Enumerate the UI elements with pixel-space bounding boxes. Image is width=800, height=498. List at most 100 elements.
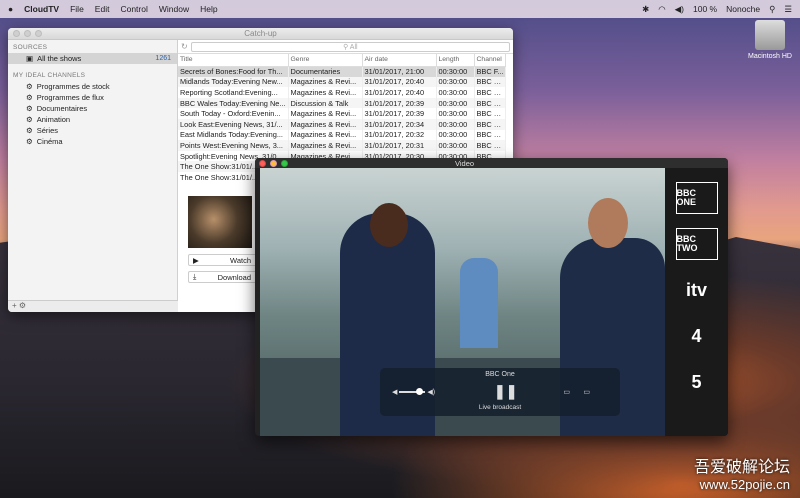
download-label: Download xyxy=(217,272,251,282)
minimize-button[interactable] xyxy=(270,159,277,167)
column-header[interactable]: Title xyxy=(178,54,289,67)
table-cell: Documentaries xyxy=(288,66,363,77)
sidebar-item-label: Animation xyxy=(36,115,71,124)
video-window: Video BBC One ◀ ◀) ❚❚ ▭ ▭ Live broadcast … xyxy=(255,158,728,436)
sidebar-item-channel[interactable]: ⚙ Programmes de stock xyxy=(8,81,177,92)
add-icon[interactable]: + xyxy=(12,301,17,310)
menu-window[interactable]: Window xyxy=(159,4,189,14)
apple-icon[interactable]: ● xyxy=(8,4,13,14)
table-cell: Magazines & Revi... xyxy=(288,140,363,151)
column-header[interactable]: Channel xyxy=(474,54,506,67)
count-badge: 1261 xyxy=(155,55,171,62)
table-row[interactable]: Look East:Evening News, 31/... Magazines … xyxy=(178,118,506,130)
channel-logo[interactable]: 4 xyxy=(676,320,718,352)
user-name[interactable]: Nonoche xyxy=(726,4,760,14)
table-cell: 31/01/2017, 20:31 xyxy=(362,140,437,151)
table-cell: 31/01/2017, 20:34 xyxy=(362,118,437,130)
subtitles-icon[interactable]: ▭ xyxy=(563,388,570,396)
channel-logo[interactable]: BBC TWO xyxy=(675,228,718,260)
tv-icon: ▣ xyxy=(26,54,34,63)
table-row[interactable]: Points West:Evening News, 3... Magazines … xyxy=(178,140,506,151)
channel-logo[interactable]: BBC ONE xyxy=(675,182,718,214)
table-cell: Look East:Evening News, 31/... xyxy=(178,118,289,130)
sidebar-item-channel[interactable]: ⚙ Programmes de flux xyxy=(8,92,177,103)
gear-icon: ⚙ xyxy=(26,82,33,91)
wifi-icon[interactable]: ◠ xyxy=(658,4,665,15)
table-row[interactable]: East Midlands Today:Evening... Magazines … xyxy=(178,129,506,141)
table-cell: BBC O... xyxy=(474,87,506,98)
pause-button[interactable]: ❚❚ xyxy=(494,383,517,400)
table-cell: Magazines & Revi... xyxy=(288,76,363,88)
table-cell: 31/01/2017, 20:32 xyxy=(362,129,437,141)
close-button[interactable] xyxy=(259,159,266,167)
sidebar-item-label: Programmes de stock xyxy=(36,82,110,91)
watermark: 吾爱破解论坛 www.52pojie.cn xyxy=(694,453,790,492)
menu-help[interactable]: Help xyxy=(200,4,217,14)
sidebar-item-channel[interactable]: ⚙ Séries xyxy=(8,125,177,136)
sidebar-item-channel[interactable]: ⚙ Animation xyxy=(8,114,177,125)
play-icon: ▶ xyxy=(193,255,199,265)
table-cell: BBC O... xyxy=(474,97,506,109)
column-header[interactable]: Air date xyxy=(362,54,437,67)
desktop-disk[interactable]: Macintosh HD xyxy=(745,20,795,60)
sidebar-item-label: Documentaires xyxy=(36,104,88,113)
volume-icon[interactable]: ◀) xyxy=(675,4,684,15)
table-row[interactable]: BBC Wales Today:Evening Ne... Discussion … xyxy=(178,97,506,109)
column-header[interactable]: Length xyxy=(436,54,475,67)
gear-icon[interactable]: ⚙ xyxy=(19,301,26,310)
volume-slider[interactable]: ◀ ◀) xyxy=(392,388,435,396)
gear-icon: ⚙ xyxy=(26,126,33,135)
table-cell: Magazines & Revi... xyxy=(288,108,363,119)
battery-text[interactable]: 100 % xyxy=(693,4,717,14)
notification-icon[interactable]: ☰ xyxy=(784,4,792,15)
spotlight-icon[interactable]: ⚲ xyxy=(769,4,775,15)
menu-app[interactable]: CloudTV xyxy=(24,4,59,14)
column-header[interactable]: Genre xyxy=(288,54,363,67)
table-cell: 00:30:00 xyxy=(436,76,475,88)
sidebar-item-label: Cinéma xyxy=(36,137,63,146)
sidebar-item-label: Programmes de flux xyxy=(36,93,104,102)
channel-logo[interactable]: 5 xyxy=(676,366,718,398)
watch-button[interactable]: ▶ Watch xyxy=(188,254,258,266)
search-input[interactable]: ⚲ All xyxy=(190,41,510,52)
menu-file[interactable]: File xyxy=(70,4,84,14)
table-cell: BBC F... xyxy=(474,66,506,77)
menu-control[interactable]: Control xyxy=(120,4,147,14)
table-cell: 31/01/2017, 21:00 xyxy=(362,66,437,77)
menu-edit[interactable]: Edit xyxy=(95,4,110,14)
table-row[interactable]: Midlands Today:Evening New... Magazines &… xyxy=(178,76,506,88)
gear-icon: ⚙ xyxy=(26,137,33,146)
table-cell: 00:30:00 xyxy=(436,108,475,119)
watch-label: Watch xyxy=(230,255,251,265)
refresh-icon[interactable]: ↻ xyxy=(181,42,188,51)
gear-icon: ⚙ xyxy=(26,93,33,102)
table-row[interactable]: Reporting Scotland:Evening... Magazines &… xyxy=(178,87,506,98)
table-row[interactable]: Secrets of Bones:Food for Th... Documenta… xyxy=(178,66,506,77)
table-cell: South Today - Oxford:Evenin... xyxy=(178,108,289,119)
sidebar-item-channel[interactable]: ⚙ Cinéma xyxy=(8,136,177,147)
airplay-icon[interactable]: ▭ xyxy=(583,388,590,396)
table-cell: Midlands Today:Evening New... xyxy=(178,76,289,88)
gear-icon: ⚙ xyxy=(26,115,33,124)
current-channel: BBC One xyxy=(485,371,515,378)
table-row[interactable]: South Today - Oxford:Evenin... Magazines … xyxy=(178,108,506,119)
download-icon: ⤓ xyxy=(193,272,197,281)
zoom-button[interactable] xyxy=(281,159,288,167)
table-cell: BBC O... xyxy=(474,108,506,119)
table-cell: Discussion & Talk xyxy=(288,97,363,109)
gear-icon: ⚙ xyxy=(26,104,33,113)
player-controls: BBC One ◀ ◀) ❚❚ ▭ ▭ Live broadcast xyxy=(380,368,620,416)
sidebar-item-channel[interactable]: ⚙ Documentaires xyxy=(8,103,177,114)
table-cell: Reporting Scotland:Evening... xyxy=(178,87,289,98)
table-cell: BBC O... xyxy=(474,76,506,88)
sidebar: SOURCES ▣ All the shows 1261 MY IDEAL CHAN… xyxy=(8,40,178,300)
sidebar-item-all-shows[interactable]: ▣ All the shows 1261 xyxy=(8,53,177,64)
window-title: Catch-up xyxy=(244,29,277,38)
channel-logo[interactable]: itv xyxy=(676,274,718,306)
watermark-title: 吾爱破解论坛 xyxy=(693,459,790,476)
table-cell: 00:30:00 xyxy=(436,87,475,98)
table-cell: East Midlands Today:Evening... xyxy=(178,129,289,141)
bluetooth-icon[interactable]: ✱ xyxy=(642,4,649,15)
download-button[interactable]: ⤓ Download xyxy=(188,271,258,283)
video-frame[interactable]: BBC One ◀ ◀) ❚❚ ▭ ▭ Live broadcast xyxy=(260,168,665,436)
